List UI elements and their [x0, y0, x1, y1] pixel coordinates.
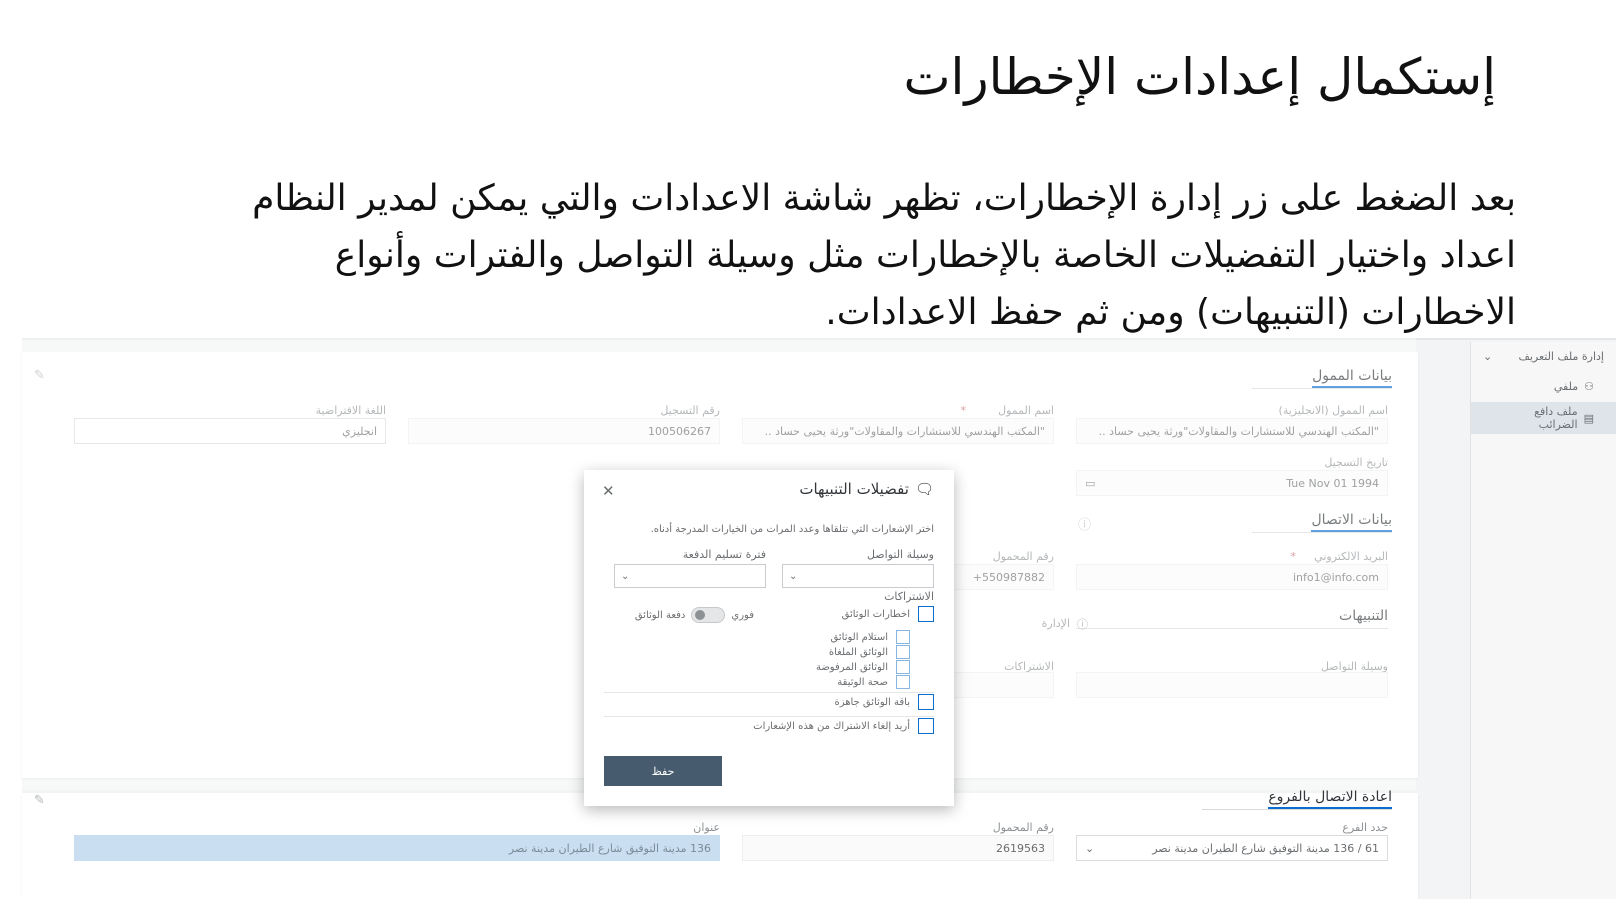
chevron-down-icon: ⌄: [1483, 349, 1493, 363]
chevron-down-icon: ⌄: [1085, 841, 1095, 855]
sub-option[interactable]: الوثائق المرفوضة: [816, 660, 910, 674]
ready-docs-label: باقة الوثائق جاهزة: [834, 696, 910, 708]
doc-alerts-checkbox[interactable]: [918, 606, 934, 622]
delivery-switch[interactable]: [691, 607, 726, 623]
pencil-icon[interactable]: ✎: [34, 793, 48, 808]
sub-option-label: الوثائق المرفوضة: [815, 661, 888, 673]
dialog-description: اختر الإشعارات التي تتلقاها وعدد المرات …: [650, 524, 934, 535]
dialog-header: 🗨 تفضيلات التنبيهات: [799, 480, 934, 498]
delivery-toggle[interactable]: فوري دفعة الوثائق: [635, 607, 754, 623]
doc-alerts-option[interactable]: اخطارات الوثائق: [842, 606, 934, 622]
nav-header[interactable]: إدارة ملف التعريف ⌄: [1471, 342, 1616, 370]
nav-item-label: ملفي: [1553, 379, 1579, 393]
sub-option-label: استلام الوثائق: [830, 631, 888, 643]
chat-icon: 🗨: [914, 480, 934, 498]
sub-option-checkbox[interactable]: [896, 660, 910, 674]
address-label: عنوان: [693, 821, 720, 834]
dialog-period-label: فترة تسليم الدفعة: [682, 548, 766, 561]
branches-card: ✎ اعادة الاتصال بالفروع حدد الفرع 61 / 1…: [22, 789, 1418, 899]
sub-option-checkbox[interactable]: [896, 630, 910, 644]
chevron-down-icon: ⌄: [621, 570, 630, 582]
sub-option-checkbox[interactable]: [896, 675, 910, 689]
save-button[interactable]: حفظ: [604, 756, 722, 786]
address-field[interactable]: 136 مدينة التوفيق شارع الطيران مدينة نصر: [74, 835, 720, 861]
nav-item-my-profile[interactable]: ⚇ ملفي: [1471, 370, 1616, 402]
chevron-down-icon: ⌄: [789, 570, 798, 582]
sub-option[interactable]: استلام الوثائق: [831, 630, 910, 644]
dialog-channel-select[interactable]: ⌄: [782, 564, 934, 588]
branch-mobile-label: رقم المحمول: [992, 821, 1054, 834]
document-icon: ▤: [1583, 411, 1594, 425]
dialog-channel-label: وسيلة التواصل: [866, 548, 934, 561]
ready-docs-checkbox[interactable]: [918, 694, 934, 710]
sub-option[interactable]: الوثائق الملغاة: [829, 645, 910, 659]
slide-body: بعد الضغط على زر إدارة الإخطارات، تظهر ش…: [252, 178, 1516, 333]
nav-item-label: ملف دافع الضرائب: [1534, 405, 1578, 431]
unsubscribe-checkbox[interactable]: [918, 718, 934, 734]
close-icon[interactable]: ✕: [602, 482, 615, 500]
divider: [604, 716, 934, 717]
sub-option[interactable]: صحة الوثيقة: [837, 675, 910, 689]
dialog-period-select[interactable]: ⌄: [614, 564, 766, 588]
dialog-title: تفضيلات التنبيهات: [799, 480, 909, 498]
branches-section-title: اعادة الاتصال بالفروع: [1202, 789, 1392, 810]
profile-nav: إدارة ملف التعريف ⌄ ⚇ ملفي ▤ ملف دافع ال…: [1470, 342, 1616, 899]
unsubscribe-label: أريد إلغاء الاشتراك من هذه الإشعارات: [753, 720, 910, 732]
toggle-off-label: دفعة الوثائق: [634, 609, 686, 621]
ready-docs-option[interactable]: باقة الوثائق جاهزة: [834, 694, 934, 710]
branch-mobile-field[interactable]: 2619563: [742, 835, 1054, 861]
sub-option-label: صحة الوثيقة: [837, 676, 888, 688]
unsubscribe-option[interactable]: أريد إلغاء الاشتراك من هذه الإشعارات: [753, 718, 934, 734]
sub-option-checkbox[interactable]: [896, 645, 910, 659]
branch-select[interactable]: 61 / 136 مدينة التوفيق شارع الطيران مدين…: [1076, 835, 1388, 861]
branch-label: حدد الفرع: [1342, 821, 1388, 834]
toggle-on-label: فوري: [731, 609, 754, 621]
slide-title: إستكمال إعدادات الإخطارات: [903, 48, 1496, 106]
doc-alerts-label: اخطارات الوثائق: [841, 608, 910, 620]
dialog-subscriptions-label: الاشتراكات: [884, 590, 934, 603]
nav-header-label: إدارة ملف التعريف: [1518, 349, 1604, 363]
nav-item-taxpayer-profile[interactable]: ▤ ملف دافع الضرائب: [1471, 402, 1616, 434]
alert-preferences-dialog: 🗨 تفضيلات التنبيهات ✕ اختر الإشعارات الت…: [584, 470, 954, 806]
sub-option-label: الوثائق الملغاة: [828, 646, 888, 658]
divider: [604, 692, 934, 693]
user-icon: ⚇: [1584, 379, 1594, 393]
branch-value: 61 / 136 مدينة التوفيق شارع الطيران مدين…: [1152, 841, 1379, 855]
